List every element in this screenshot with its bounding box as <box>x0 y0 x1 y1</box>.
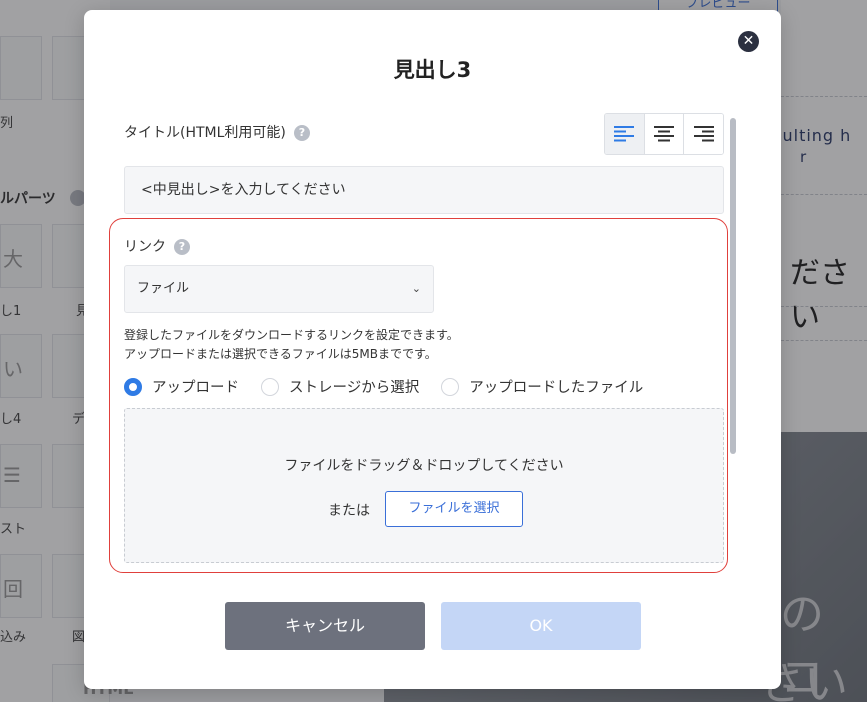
link-description-line: 登録したファイルをダウンロードするリンクを設定できます。 <box>124 328 459 342</box>
dropzone-or: または <box>328 503 370 519</box>
title-field-label: タイトル(HTML利用可能) <box>124 125 286 141</box>
choose-file-button[interactable]: ファイルを選択 <box>385 491 523 527</box>
cancel-button[interactable]: キャンセル <box>225 602 425 650</box>
chevron-down-icon: ⌄ <box>411 282 421 295</box>
title-field-label-row: タイトル(HTML利用可能)? <box>124 122 310 142</box>
radio-label: アップロードしたファイル <box>469 380 644 396</box>
radio-uploaded-files[interactable]: アップロードしたファイル <box>441 376 643 397</box>
radio-upload[interactable]: アップロード <box>124 376 239 397</box>
dropzone-text: ファイルをドラッグ＆ドロップしてください <box>284 458 564 474</box>
radio-unchecked-icon <box>441 377 460 396</box>
heading-edit-modal: 見出し3 ✕ タイトル(HTML利用可能)? <中見出し>を入力してください リ… <box>84 10 781 689</box>
text-align-group <box>604 113 724 155</box>
close-icon[interactable]: ✕ <box>738 31 759 52</box>
align-center-button[interactable] <box>644 114 685 154</box>
align-right-icon <box>693 126 714 142</box>
link-type-select[interactable]: ファイル ⌄ <box>124 265 434 313</box>
radio-checked-icon <box>124 377 142 396</box>
radio-label: ストレージから選択 <box>289 380 420 396</box>
align-right-button[interactable] <box>684 114 723 154</box>
link-description: 登録したファイルをダウンロードするリンクを設定できます。 アップロードまたは選択… <box>124 326 459 364</box>
help-icon[interactable]: ? <box>293 125 310 141</box>
radio-label: アップロード <box>152 380 239 396</box>
link-field-label: リンク <box>124 239 166 255</box>
link-type-value: ファイル <box>137 281 190 296</box>
file-source-radio-group: アップロード ストレージから選択 アップロードしたファイル <box>124 376 665 397</box>
modal-scrollbar[interactable] <box>730 118 736 454</box>
align-left-button[interactable] <box>605 114 645 154</box>
radio-unchecked-icon <box>261 377 279 396</box>
radio-storage[interactable]: ストレージから選択 <box>261 376 419 397</box>
link-description-line: アップロードまたは選択できるファイルは5MBまでです。 <box>124 347 437 361</box>
file-dropzone[interactable]: ファイルをドラッグ＆ドロップしてください または ファイルを選択 <box>124 408 724 563</box>
modal-title: 見出し3 <box>393 58 472 82</box>
ok-button[interactable]: OK <box>441 602 641 650</box>
title-input[interactable]: <中見出し>を入力してください <box>124 166 724 214</box>
align-center-icon <box>654 126 674 142</box>
align-left-icon <box>614 126 635 142</box>
link-field-label-row: リンク? <box>124 236 190 256</box>
help-icon[interactable]: ? <box>174 239 190 255</box>
